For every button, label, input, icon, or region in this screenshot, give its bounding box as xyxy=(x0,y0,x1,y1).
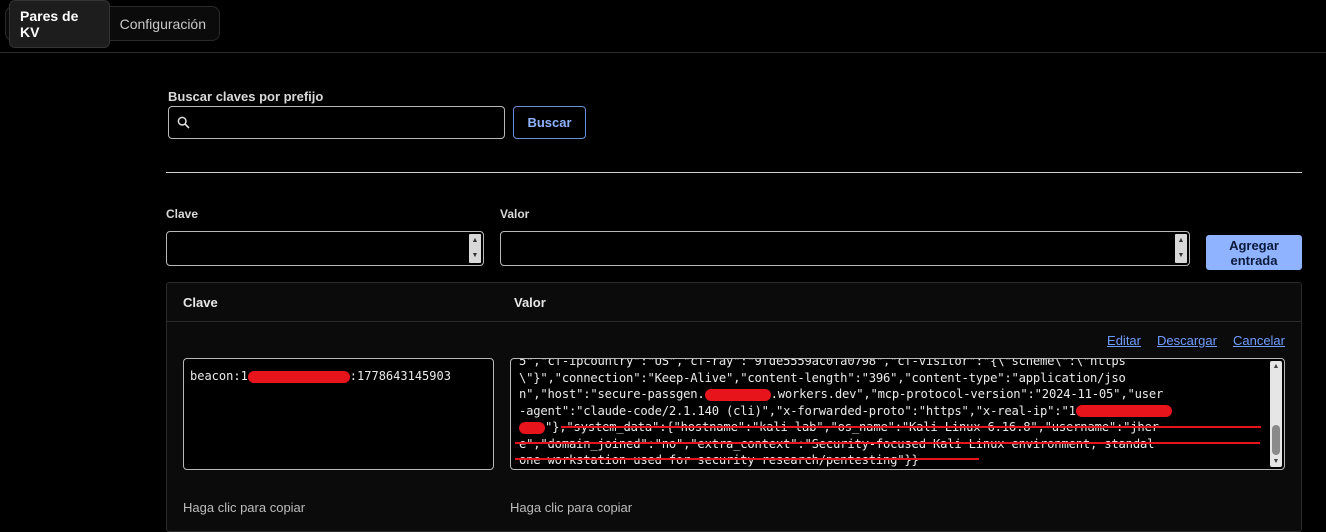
copy-hint-key[interactable]: Haga clic para copiar xyxy=(183,500,305,515)
chevron-down-icon[interactable]: ▼ xyxy=(472,249,479,263)
value-cell[interactable]: 5","cf-ipcountry":"US","cf-ray":"9fde555… xyxy=(510,358,1285,470)
scroll-thumb[interactable] xyxy=(1272,425,1280,455)
underline-mark xyxy=(515,442,1260,444)
search-button[interactable]: Buscar xyxy=(513,106,586,139)
key-cell[interactable]: beacon:1 :1778643145903 xyxy=(183,358,494,470)
column-header-value: Valor xyxy=(514,295,546,310)
value-scrollbar[interactable]: ▲ ▼ xyxy=(1270,361,1282,467)
value-line: n","host":"secure-passgen. .workers.dev",… xyxy=(519,387,1164,401)
add-entry-button[interactable]: Agregar entrada xyxy=(1206,235,1302,270)
new-value-label: Valor xyxy=(500,207,530,221)
value-text: 5","cf-ipcountry":"US","cf-ray":"9fde555… xyxy=(519,358,1264,469)
chevron-up-icon[interactable]: ▲ xyxy=(1178,234,1185,248)
key-stepper[interactable]: ▲ ▼ xyxy=(469,234,481,263)
underline-mark xyxy=(515,458,979,460)
edit-link[interactable]: Editar xyxy=(1107,333,1141,348)
chevron-down-icon[interactable]: ▼ xyxy=(1178,249,1185,263)
redaction-mark xyxy=(247,370,350,383)
redaction-mark xyxy=(1075,405,1172,417)
search-input[interactable] xyxy=(197,114,504,131)
table-header: Clave Valor xyxy=(167,283,1301,322)
new-key-input[interactable]: ▲ ▼ xyxy=(166,231,484,266)
tab-bar: Pares de KV Configuración xyxy=(5,0,220,48)
scroll-up-icon[interactable]: ▲ xyxy=(1270,363,1282,370)
new-value-input[interactable]: ▲ ▼ xyxy=(500,231,1190,266)
tab-settings[interactable]: Configuración xyxy=(110,9,216,39)
value-line: one workstation used for security resear… xyxy=(519,453,919,467)
redaction-mark xyxy=(704,388,771,401)
tab-kv-pairs[interactable]: Pares de KV xyxy=(9,0,110,48)
value-line: 5","cf-ipcountry":"US","cf-ray":"9fde555… xyxy=(519,358,1126,368)
download-link[interactable]: Descargar xyxy=(1157,333,1217,348)
row-actions: Editar Descargar Cancelar xyxy=(1107,333,1285,348)
scroll-down-icon[interactable]: ▼ xyxy=(1270,458,1282,465)
value-stepper[interactable]: ▲ ▼ xyxy=(1175,234,1187,263)
underline-mark xyxy=(561,426,1261,428)
header-divider xyxy=(0,52,1326,53)
section-divider xyxy=(166,172,1302,173)
key-suffix: :1778643145903 xyxy=(349,369,451,383)
search-field[interactable] xyxy=(168,106,505,139)
value-line: \"}","connection":"Keep-Alive","content-… xyxy=(519,370,1126,385)
chevron-up-icon[interactable]: ▲ xyxy=(472,234,479,248)
column-header-key: Clave xyxy=(183,295,218,310)
search-icon xyxy=(169,116,197,129)
key-prefix: beacon:1 xyxy=(190,369,248,383)
new-key-label: Clave xyxy=(166,207,199,221)
redaction-mark xyxy=(519,421,545,434)
cancel-link[interactable]: Cancelar xyxy=(1233,333,1285,348)
kv-table: Clave Valor Editar Descargar Cancelar be… xyxy=(166,282,1302,532)
search-label: Buscar claves por prefijo xyxy=(168,89,324,104)
copy-hint-value[interactable]: Haga clic para copiar xyxy=(510,500,632,515)
value-line: -agent":"claude-code/2.1.140 (cli)","x-f… xyxy=(519,403,1264,420)
